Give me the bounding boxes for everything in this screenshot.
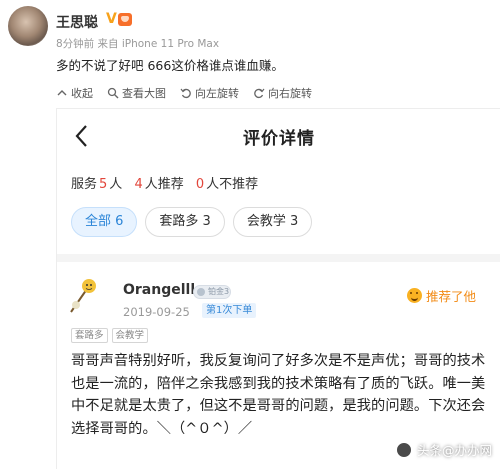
member-crown-icon xyxy=(118,13,132,26)
service-unit: 人 xyxy=(109,177,123,192)
smile-icon xyxy=(407,288,422,303)
recommend-label: 人推荐 xyxy=(144,177,184,192)
rotate-left-label: 向左旋转 xyxy=(195,87,239,100)
watermark: 头条@办办网 xyxy=(395,440,492,459)
filter-chip-tricks[interactable]: 套路多 3 xyxy=(145,207,225,237)
review-screenshot[interactable]: 评价详情 服务 5 人 4 人推荐 0 人不推荐 全部 6 套路多 3 会教学 3 Or… xyxy=(56,108,500,469)
author-name[interactable]: 王思聪 xyxy=(56,12,98,32)
search-icon xyxy=(107,87,119,99)
review-text: 哥哥声音特别好听，我反复询问了好多次是不是声优；哥哥的技术也是一流的，陪伴之余我… xyxy=(71,353,486,437)
review-tag: 套路多 xyxy=(71,328,108,343)
post-meta: 8分钟前 来自 iPhone 11 Pro Max xyxy=(56,38,220,50)
rotate-right-label: 向右旋转 xyxy=(268,87,312,100)
rotate-left-button[interactable]: 向左旋转 xyxy=(180,85,239,101)
rotate-right-button[interactable]: 向右旋转 xyxy=(253,85,312,101)
not-recommend-label: 人不推荐 xyxy=(206,177,259,192)
collapse-button[interactable]: 收起 xyxy=(56,85,93,101)
rotate-right-icon xyxy=(254,88,265,99)
collapse-label: 收起 xyxy=(71,87,93,100)
recommend-indicator: 推荐了他 xyxy=(407,286,476,305)
watermark-logo-icon xyxy=(395,441,412,458)
recommend-count: 4 xyxy=(134,177,143,192)
post-text: 多的不说了好吧 666这价格谁点谁血赚。 xyxy=(56,58,284,73)
section-divider xyxy=(57,254,500,262)
verified-badge-icon: V xyxy=(106,11,117,27)
collapse-icon xyxy=(57,90,67,96)
filter-chips: 全部 6 套路多 3 会教学 3 xyxy=(71,207,313,237)
review-tags: 套路多 会教学 xyxy=(71,328,149,343)
order-count-badge: 第1次下单 xyxy=(202,303,257,318)
author-avatar[interactable] xyxy=(8,6,48,46)
service-count: 5 xyxy=(99,177,108,192)
view-large-button[interactable]: 查看大图 xyxy=(107,85,166,101)
review-tag: 会教学 xyxy=(111,328,149,343)
review-date: 2019-09-25 xyxy=(123,305,190,319)
view-large-label: 查看大图 xyxy=(122,87,166,100)
filter-chip-all[interactable]: 全部 6 xyxy=(71,207,138,237)
watermark-text: 头条@办办网 xyxy=(416,443,492,458)
reviewer-avatar[interactable] xyxy=(65,276,99,316)
page-title: 评价详情 xyxy=(243,129,315,149)
recommend-text: 推荐了他 xyxy=(426,289,477,304)
image-toolbar: 收起 查看大图 向左旋转 向右旋转 xyxy=(56,84,312,102)
filter-chip-teaching[interactable]: 会教学 3 xyxy=(232,207,313,237)
level-badge: 铂金3 xyxy=(193,285,231,299)
review-item: Orangelll 铂金3 2019-09-25 第1次下单 推荐了他 套路多 … xyxy=(57,262,500,469)
service-label: 服务 xyxy=(71,177,98,192)
review-stats: 服务 5 人 4 人推荐 0 人不推荐 xyxy=(71,173,258,192)
not-recommend-count: 0 xyxy=(195,177,205,192)
weibo-post: 王思聪 V 8分钟前 来自 iPhone 11 Pro Max 多的不说了好吧 … xyxy=(0,0,500,110)
rotate-left-icon xyxy=(180,88,191,99)
reviewer-name[interactable]: Orangelll xyxy=(123,282,195,298)
